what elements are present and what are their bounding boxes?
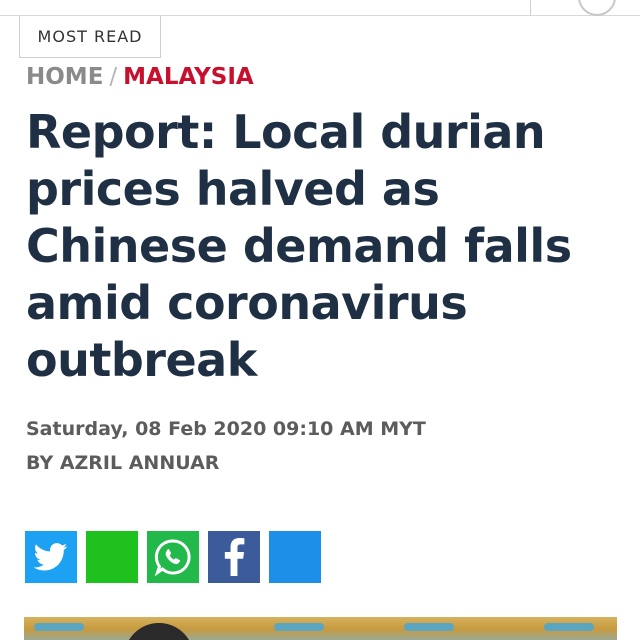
share-whatsapp-button[interactable] bbox=[147, 531, 199, 583]
share-facebook-button[interactable] bbox=[208, 531, 260, 583]
article-byline[interactable]: BY AZRIL ANNUAR bbox=[26, 452, 219, 474]
top-bar bbox=[0, 0, 640, 16]
top-bar-divider bbox=[530, 0, 531, 16]
article-dateline: Saturday, 08 Feb 2020 09:10 AM MYT bbox=[26, 418, 426, 440]
tab-most-read-label: MOST READ bbox=[37, 27, 143, 46]
breadcrumb: HOME / MALAYSIA bbox=[26, 62, 254, 92]
image-person bbox=[124, 623, 194, 640]
image-bunting bbox=[274, 623, 324, 631]
article-headline: Report: Local durian prices halved as Ch… bbox=[26, 105, 572, 387]
search-icon[interactable] bbox=[578, 0, 616, 16]
article-hero-image bbox=[24, 617, 617, 640]
share-twitter-button[interactable] bbox=[25, 531, 77, 583]
share-buttons bbox=[25, 531, 321, 583]
share-line-button[interactable] bbox=[86, 531, 138, 583]
image-bunting bbox=[544, 623, 594, 631]
tab-most-read[interactable]: MOST READ bbox=[19, 16, 161, 58]
share-more-button[interactable] bbox=[269, 531, 321, 583]
whatsapp-icon bbox=[154, 539, 191, 577]
image-bunting bbox=[404, 623, 454, 631]
facebook-icon bbox=[224, 538, 245, 576]
image-bunting bbox=[34, 623, 84, 631]
breadcrumb-home-link[interactable]: HOME bbox=[26, 64, 103, 90]
breadcrumb-separator: / bbox=[109, 64, 118, 90]
breadcrumb-section-link[interactable]: MALAYSIA bbox=[123, 64, 254, 90]
twitter-icon bbox=[34, 543, 68, 571]
